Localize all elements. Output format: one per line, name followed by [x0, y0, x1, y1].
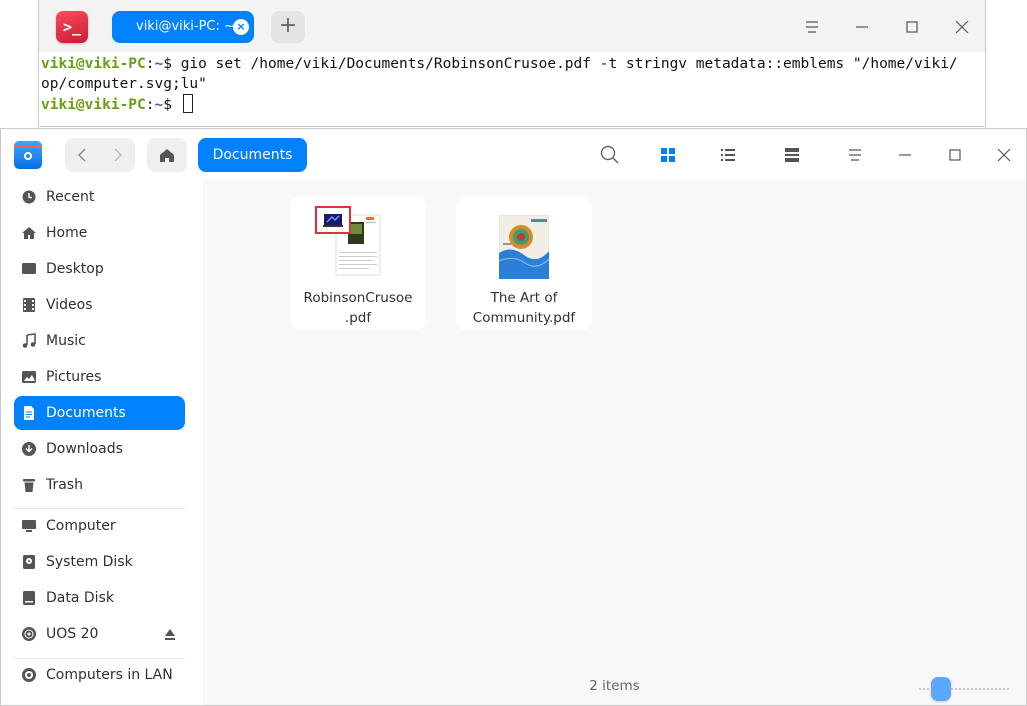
sidebar-item-label: Data Disk	[46, 590, 114, 606]
details-panel-icon[interactable]	[779, 142, 805, 168]
terminal-titlebar: >_ viki@viki-PC: ~ × +	[39, 0, 985, 52]
sidebar-item-label: Videos	[46, 297, 93, 313]
close-icon[interactable]	[991, 142, 1017, 168]
list-view-icon[interactable]	[715, 142, 741, 168]
disk-icon	[23, 591, 35, 605]
minimize-icon[interactable]	[892, 142, 918, 168]
eject-icon[interactable]	[165, 629, 175, 640]
sidebar-item-uos-20[interactable]: UOS 20	[14, 617, 185, 651]
sidebar-item-computer[interactable]: Computer	[14, 509, 185, 543]
sidebar-item-label: Downloads	[46, 441, 123, 457]
breadcrumb-documents[interactable]: Documents	[198, 138, 307, 172]
sidebar-item-music[interactable]: Music	[14, 324, 185, 358]
zoom-slider-handle[interactable]	[931, 677, 951, 701]
file-manager-window: Documents Recent Home Desktop Videos Mus…	[0, 128, 1027, 706]
menu-icon[interactable]	[842, 142, 868, 168]
navigation-buttons	[65, 138, 135, 172]
pictures-icon	[22, 371, 36, 383]
sidebar-item-data-disk[interactable]: Data Disk	[14, 581, 185, 615]
sidebar-item-label: Trash	[46, 477, 83, 493]
terminal-tab[interactable]: viki@viki-PC: ~ ×	[112, 11, 254, 43]
computer-icon	[22, 520, 36, 532]
trash-icon	[23, 479, 35, 492]
back-button[interactable]	[65, 138, 100, 172]
minimize-icon[interactable]	[850, 15, 874, 39]
file-item-robinsoncrusoe[interactable]: RobinsonCrusoe .pdf	[290, 196, 426, 330]
sidebar-item-videos[interactable]: Videos	[14, 288, 185, 322]
document-icon	[24, 406, 34, 420]
network-icon	[22, 668, 36, 682]
icon-view-icon[interactable]	[655, 142, 681, 168]
terminal-cursor	[182, 94, 193, 113]
close-icon[interactable]	[950, 15, 974, 39]
sidebar-item-trash[interactable]: Trash	[14, 468, 185, 502]
sidebar-item-pictures[interactable]: Pictures	[14, 360, 185, 394]
new-tab-button[interactable]: +	[271, 11, 305, 43]
terminal-window: >_ viki@viki-PC: ~ × + viki@viki-PC:~$ g…	[38, 0, 986, 127]
maximize-icon[interactable]	[900, 15, 924, 39]
sidebar-item-label: Documents	[46, 405, 126, 421]
sidebar-item-computers-in-lan[interactable]: Computers in LAN	[14, 658, 185, 692]
sidebar-item-label: Recent	[46, 189, 95, 205]
file-name: The Art of Community.pdf	[472, 290, 576, 326]
home-icon	[22, 227, 36, 239]
maximize-icon[interactable]	[942, 142, 968, 168]
optical-disc-icon	[22, 627, 36, 641]
computer-icon	[315, 206, 351, 234]
sidebar-item-documents[interactable]: Documents	[14, 396, 185, 430]
desktop-icon	[22, 263, 36, 274]
terminal-output[interactable]: viki@viki-PC:~$ gio set /home/viki/Docum…	[41, 54, 985, 115]
home-button[interactable]	[147, 138, 187, 172]
status-bar-item-count: 2 items	[589, 678, 640, 694]
sidebar-item-label: Pictures	[46, 369, 102, 385]
sidebar-item-desktop[interactable]: Desktop	[14, 252, 185, 286]
download-icon	[22, 442, 36, 456]
tab-close-icon[interactable]: ×	[233, 19, 249, 35]
sidebar-item-label: Music	[46, 333, 86, 349]
terminal-line: op/computer.svg;lu"	[41, 76, 207, 92]
terminal-tab-title: viki@viki-PC: ~	[136, 19, 235, 34]
sidebar-item-label: Computers in LAN	[46, 667, 173, 683]
forward-button[interactable]	[100, 138, 135, 172]
sidebar-item-label: Desktop	[46, 261, 104, 277]
sidebar: Recent Home Desktop Videos Music Picture…	[1, 180, 202, 705]
sidebar-item-downloads[interactable]: Downloads	[14, 432, 185, 466]
file-item-the-art-of-community[interactable]: The Art of Community.pdf	[456, 196, 592, 330]
sidebar-item-label: Home	[46, 225, 88, 241]
video-icon	[23, 298, 35, 312]
sidebar-item-label: UOS 20	[46, 626, 99, 642]
clock-icon	[22, 190, 36, 204]
sidebar-item-recent[interactable]: Recent	[14, 180, 185, 214]
pdf-thumbnail	[499, 215, 549, 279]
music-icon	[22, 333, 36, 348]
sidebar-item-label: Computer	[46, 518, 116, 534]
terminal-line: viki@viki-PC:~$ gio set /home/viki/Docum…	[41, 56, 958, 72]
menu-icon[interactable]	[800, 15, 824, 39]
search-icon[interactable]	[597, 142, 623, 168]
terminal-app-icon: >_	[56, 11, 88, 43]
file-view[interactable]: RobinsonCrusoe .pdf The Art of Community…	[203, 180, 1026, 705]
terminal-line: viki@viki-PC:~$	[41, 94, 985, 115]
terminal-command: gio set /home/viki/Documents/RobinsonCru…	[180, 56, 958, 72]
disk-icon	[23, 555, 35, 569]
file-manager-titlebar: Documents	[1, 129, 1026, 180]
sidebar-item-system-disk[interactable]: System Disk	[14, 545, 185, 579]
file-name: RobinsonCrusoe .pdf	[303, 290, 413, 326]
sidebar-item-label: System Disk	[46, 554, 133, 570]
file-manager-app-icon	[14, 141, 42, 169]
sidebar-item-home[interactable]: Home	[14, 216, 185, 250]
